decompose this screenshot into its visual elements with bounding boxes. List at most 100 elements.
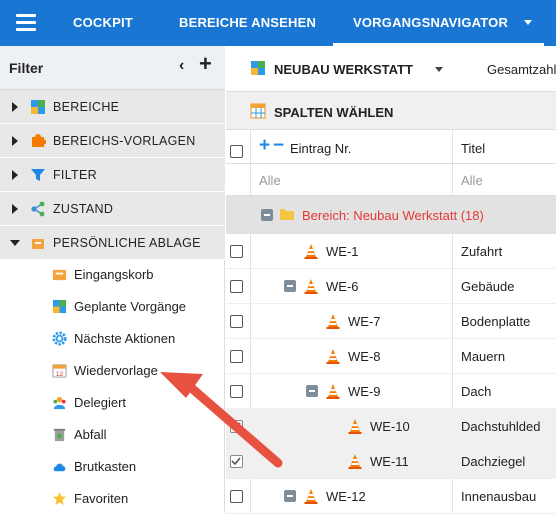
chevron-down-icon[interactable] <box>524 20 532 25</box>
section-bereiche[interactable]: BEREICHE <box>0 90 225 124</box>
row-entry-id[interactable]: WE-12 <box>326 489 366 504</box>
puzzle-orange-icon <box>32 134 46 147</box>
row-entry-id[interactable]: WE-7 <box>348 314 381 329</box>
group-label: Bereich: Neubau Werkstatt (18) <box>302 208 484 223</box>
star-icon <box>52 491 67 506</box>
table-row[interactable]: WE-10 Dachstuhlded <box>226 409 556 444</box>
table-columns-icon <box>250 103 266 119</box>
section-filter[interactable]: FILTER <box>0 158 225 192</box>
sidebar-item-delegiert[interactable]: Delegiert <box>0 387 225 419</box>
chevron-down-icon[interactable] <box>435 67 443 72</box>
row-title[interactable]: Dach <box>461 384 491 399</box>
traffic-cone-icon <box>348 454 362 469</box>
row-entry-id[interactable]: WE-9 <box>348 384 381 399</box>
row-entry-id[interactable]: WE-11 <box>370 454 409 469</box>
section-bereichs-vorlagen[interactable]: BEREICHS-VORLAGEN <box>0 124 225 158</box>
nav-cockpit[interactable]: COCKPIT <box>73 0 133 46</box>
row-entry-id[interactable]: WE-6 <box>326 279 359 294</box>
collapse-group-icon[interactable] <box>261 209 273 221</box>
row-title[interactable]: Mauern <box>461 349 505 364</box>
collapse-row-icon[interactable] <box>284 280 296 292</box>
traffic-cone-icon <box>326 349 340 364</box>
filter-sidebar: Filter ‹ + BEREICHE BEREICHS-VORLAGEN FI… <box>0 46 225 513</box>
row-checkbox-checked[interactable] <box>230 420 243 433</box>
collapse-all-icon[interactable]: − <box>273 136 284 155</box>
area-selector[interactable]: NEUBAU WERKSTATT <box>274 62 413 77</box>
section-zustand[interactable]: ZUSTAND <box>0 192 225 226</box>
column-header-entry[interactable]: Eintrag Nr. <box>290 141 351 156</box>
entry-filter-input[interactable]: Alle <box>259 173 281 188</box>
traffic-cone-icon <box>304 244 318 259</box>
row-title[interactable]: Bodenplatte <box>461 314 530 329</box>
sidebar-item-naechste-aktionen[interactable]: Nächste Aktionen <box>0 323 225 355</box>
main-panel: NEUBAU WERKSTATT Gesamtzahl SPALTEN WÄHL… <box>226 46 556 514</box>
inbox-tray-icon <box>52 269 67 281</box>
row-checkbox[interactable] <box>230 490 243 503</box>
expand-all-icon[interactable]: + <box>259 136 270 155</box>
filter-row: Alle Alle <box>226 164 556 196</box>
section-label: BEREICHE <box>53 100 120 114</box>
sidebar-item-label: Abfall <box>74 427 107 442</box>
select-all-checkbox[interactable] <box>230 145 243 158</box>
traffic-cone-icon <box>326 384 340 399</box>
sidebar-item-brutkasten[interactable]: Brutkasten <box>0 451 225 483</box>
expand-triangle-icon[interactable] <box>12 102 18 112</box>
collapse-triangle-icon[interactable] <box>10 240 20 246</box>
sidebar-item-label: Geplante Vorgänge <box>74 299 187 314</box>
collapse-row-icon[interactable] <box>306 385 318 397</box>
add-filter-icon[interactable]: + <box>199 53 212 75</box>
puzzle-plan-icon <box>52 299 67 314</box>
sidebar-item-favoriten[interactable]: Favoriten <box>0 483 225 515</box>
columns-toolbar: SPALTEN WÄHLEN <box>226 92 556 130</box>
row-entry-id[interactable]: WE-10 <box>370 419 410 434</box>
traffic-cone-icon <box>326 314 340 329</box>
section-persoenliche-ablage[interactable]: PERSÖNLICHE ABLAGE <box>0 226 225 260</box>
gear-icon <box>52 331 67 346</box>
row-title[interactable]: Zufahrt <box>461 244 502 259</box>
sidebar-item-abfall[interactable]: Abfall <box>0 419 225 451</box>
collapse-row-icon[interactable] <box>284 490 296 502</box>
traffic-cone-icon <box>304 489 318 504</box>
traffic-cone-icon <box>348 419 362 434</box>
sidebar-item-wiedervorlage[interactable]: 12 Wiedervorlage <box>0 355 225 387</box>
hamburger-menu-icon[interactable] <box>16 14 36 31</box>
sidebar-item-eingangskorb[interactable]: Eingangskorb <box>0 259 225 291</box>
table-row[interactable]: WE-12 Innenausbau <box>226 479 556 514</box>
share-icon <box>31 201 45 217</box>
row-checkbox[interactable] <box>230 315 243 328</box>
collapse-chevron-icon[interactable]: ‹ <box>179 57 184 75</box>
title-filter-input[interactable]: Alle <box>461 173 483 188</box>
nav-vorgangsnavigator[interactable]: VORGANGSNAVIGATOR <box>333 0 544 46</box>
filter-title: Filter <box>9 60 44 76</box>
expand-triangle-icon[interactable] <box>12 204 18 214</box>
row-checkbox[interactable] <box>230 350 243 363</box>
sidebar-item-label: Favoriten <box>74 491 129 506</box>
row-checkbox[interactable] <box>230 245 243 258</box>
group-row[interactable]: Bereich: Neubau Werkstatt (18) <box>226 196 556 234</box>
section-label: PERSÖNLICHE ABLAGE <box>53 236 201 250</box>
sidebar-item-geplante-vorgaenge[interactable]: Geplante Vorgänge <box>0 291 225 323</box>
table-row[interactable]: WE-9 Dach <box>226 374 556 409</box>
row-entry-id[interactable]: WE-8 <box>348 349 381 364</box>
table-row[interactable]: WE-7 Bodenplatte <box>226 304 556 339</box>
row-checkbox-checked[interactable] <box>230 455 243 468</box>
table-row[interactable]: WE-1 Zufahrt <box>226 234 556 269</box>
table-row[interactable]: WE-8 Mauern <box>226 339 556 374</box>
row-checkbox[interactable] <box>230 385 243 398</box>
expand-triangle-icon[interactable] <box>12 170 18 180</box>
sidebar-item-label: Eingangskorb <box>74 267 154 282</box>
top-nav-bar: COCKPIT BEREICHE ANSEHEN VORGANGSNAVIGAT… <box>0 0 556 46</box>
row-title[interactable]: Dachziegel <box>461 454 525 469</box>
row-title[interactable]: Dachstuhlded <box>461 419 541 434</box>
columns-button[interactable]: SPALTEN WÄHLEN <box>274 105 393 120</box>
table-row[interactable]: WE-6 Gebäude <box>226 269 556 304</box>
section-label: BEREICHS-VORLAGEN <box>53 134 196 148</box>
table-row[interactable]: WE-11 Dachziegel <box>226 444 556 479</box>
expand-triangle-icon[interactable] <box>12 136 18 146</box>
row-checkbox[interactable] <box>230 280 243 293</box>
row-title[interactable]: Gebäude <box>461 279 515 294</box>
column-header-title[interactable]: Titel <box>461 141 485 156</box>
row-entry-id[interactable]: WE-1 <box>326 244 359 259</box>
row-title[interactable]: Innenausbau <box>461 489 536 504</box>
nav-bereiche-ansehen[interactable]: BEREICHE ANSEHEN <box>179 0 316 46</box>
